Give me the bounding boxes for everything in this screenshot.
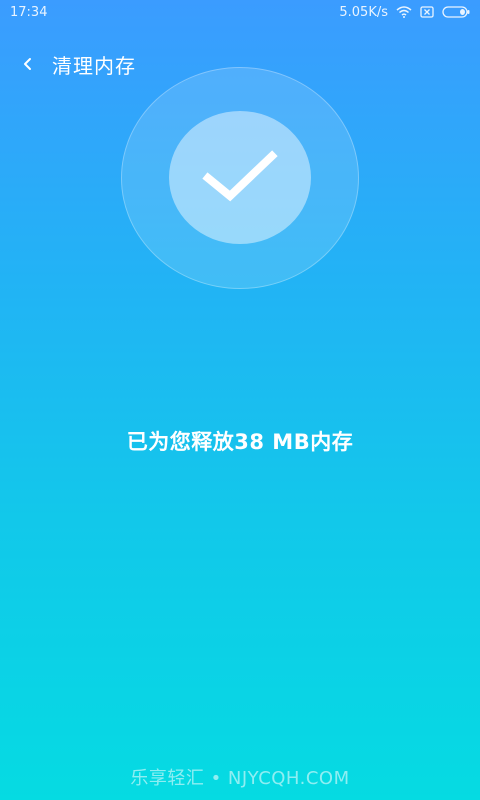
network-speed: 5.05K/s [339, 4, 388, 20]
no-sim-icon [420, 6, 434, 18]
battery-icon [442, 6, 470, 18]
watermark: 乐享轻汇 • NJYCQH.COM [130, 768, 350, 789]
wifi-icon [396, 6, 412, 18]
status-time: 17:34 [10, 4, 48, 20]
page-title: 清理内存 [52, 53, 136, 78]
checkmark-icon [202, 149, 278, 201]
header: 清理内存 [16, 46, 136, 82]
result-message: 已为您释放38 MB内存 [126, 430, 354, 454]
back-button[interactable] [16, 52, 40, 76]
status-bar: 17:34 5.05K/s [0, 0, 480, 24]
check-badge [169, 111, 311, 244]
screen: 17:34 5.05K/s 清理内存 已为您释放38 MB内存 乐享轻汇 • N… [0, 0, 480, 800]
chevron-left-icon [24, 58, 31, 70]
status-icons: 5.05K/s [339, 5, 470, 20]
